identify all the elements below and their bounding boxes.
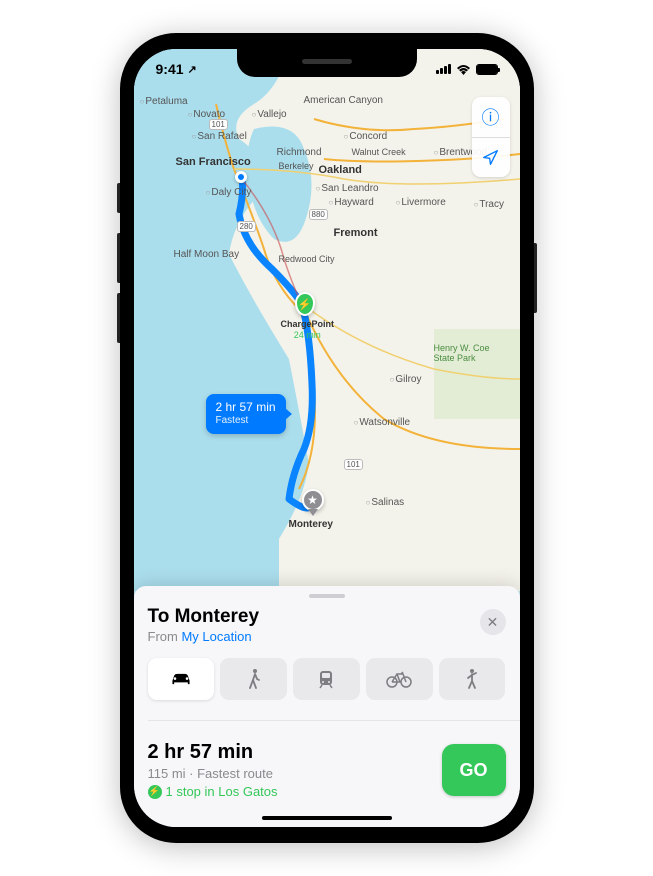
sheet-title: To Monterey: [148, 606, 260, 628]
city-label: Daly City: [206, 187, 252, 198]
notch: [237, 49, 417, 77]
city-label: Hayward: [329, 197, 374, 208]
screen: 9:41 ↗: [134, 49, 520, 827]
city-label: Redwood City: [279, 254, 335, 264]
from-prefix: From: [148, 629, 182, 644]
city-label: Watsonville: [354, 417, 411, 428]
city-label: Half Moon Bay: [174, 249, 240, 260]
mode-bike-button[interactable]: [366, 658, 433, 700]
route-duration: 2 hr 57 min: [148, 741, 278, 764]
route-distance: 115 mi · Fastest route: [148, 766, 278, 781]
city-label: San Rafael: [192, 131, 247, 142]
city-label: San Francisco: [176, 156, 251, 168]
mode-drive-button[interactable]: [148, 658, 215, 700]
city-label: Salinas: [366, 497, 405, 508]
route-stop-text: 1 stop in Los Gatos: [166, 784, 278, 799]
go-button-label: GO: [459, 760, 487, 781]
sheet-grabber[interactable]: [309, 594, 345, 598]
phone-side-button: [534, 243, 537, 313]
park-label: Henry W. Coe State Park: [434, 344, 494, 364]
mode-transit-button[interactable]: [293, 658, 360, 700]
map-locate-button[interactable]: [472, 137, 510, 177]
divider: [148, 720, 520, 721]
origin-pin: [235, 171, 247, 183]
wifi-icon: [456, 64, 471, 75]
destination-label: Monterey: [289, 519, 333, 530]
transit-icon: [317, 669, 335, 689]
route-summary-row[interactable]: 2 hr 57 min 115 mi · Fastest route ⚡ 1 s…: [148, 741, 506, 799]
city-label: Tracy: [474, 199, 504, 210]
route-shield: 880: [309, 209, 328, 220]
location-services-icon: ↗: [188, 63, 197, 76]
walk-icon: [247, 668, 261, 690]
bike-icon: [386, 670, 412, 688]
phone-side-button: [117, 233, 120, 283]
directions-sheet[interactable]: To Monterey From My Location ✕: [134, 586, 520, 827]
mode-walk-button[interactable]: [220, 658, 287, 700]
map-canvas[interactable]: San Francisco Oakland Fremont Petaluma N…: [134, 49, 520, 591]
rideshare-icon: [465, 668, 479, 690]
route-callout-sub: Fastest: [216, 415, 276, 428]
route-shield: 101: [344, 459, 363, 470]
location-arrow-icon: [482, 149, 499, 166]
city-label: Concord: [344, 131, 388, 142]
city-label: Richmond: [277, 147, 322, 158]
city-label: Berkeley: [279, 161, 314, 171]
city-label: Oakland: [319, 164, 362, 176]
route-callout-time: 2 hr 57 min: [216, 400, 276, 415]
route-ev-stop: ⚡ 1 stop in Los Gatos: [148, 784, 278, 799]
city-label: San Leandro: [316, 183, 379, 194]
map-info-button[interactable]: ⓘ: [472, 97, 510, 137]
ev-charge-label: ChargePoint 24 min: [281, 319, 335, 341]
city-label: Petaluma: [140, 96, 188, 107]
charge-stop-name: ChargePoint: [281, 319, 335, 330]
route-shield: 280: [237, 221, 256, 232]
city-label: American Canyon: [304, 95, 383, 106]
info-icon: ⓘ: [482, 104, 500, 130]
route-callout[interactable]: 2 hr 57 min Fastest: [206, 394, 286, 434]
from-location-link[interactable]: My Location: [181, 629, 251, 644]
go-button[interactable]: GO: [442, 744, 506, 796]
map-controls: ⓘ: [472, 97, 510, 177]
battery-icon: [476, 64, 498, 75]
close-button[interactable]: ✕: [480, 609, 506, 635]
ev-charge-pin-icon[interactable]: ⚡: [295, 292, 315, 316]
mode-rideshare-button[interactable]: [439, 658, 506, 700]
transport-mode-selector: [148, 658, 506, 700]
home-indicator[interactable]: [262, 816, 392, 820]
close-icon: ✕: [487, 614, 499, 631]
phone-side-button: [117, 183, 120, 213]
cellular-signal-icon: [436, 64, 451, 74]
sheet-subtitle: From My Location: [148, 629, 260, 644]
city-label: Vallejo: [252, 109, 287, 120]
status-time: 9:41: [156, 61, 184, 77]
charge-stop-duration: 24 min: [281, 330, 335, 341]
phone-side-button: [117, 293, 120, 343]
car-icon: [169, 671, 193, 687]
bolt-icon: ⚡: [148, 785, 162, 799]
phone-frame: 9:41 ↗: [120, 33, 534, 843]
destination-pin-icon[interactable]: ★: [302, 489, 324, 511]
city-label: Fremont: [334, 227, 378, 239]
city-label: Gilroy: [390, 374, 422, 385]
city-label: Livermore: [396, 197, 446, 208]
route-shield: 101: [209, 119, 228, 130]
city-label: Walnut Creek: [352, 147, 406, 157]
